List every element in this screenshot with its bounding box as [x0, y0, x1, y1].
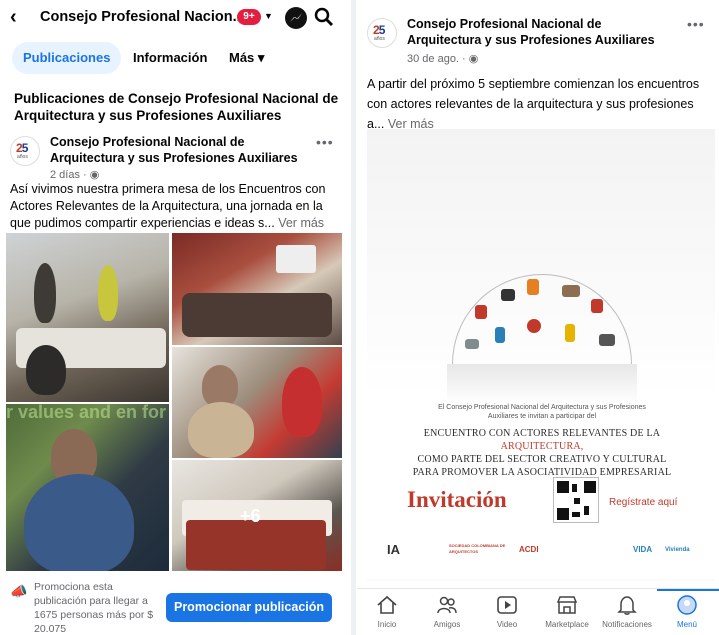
- post-photo[interactable]: [6, 233, 169, 402]
- post-text: Así vivimos nuestra primera mesa de los …: [10, 182, 326, 230]
- qr-code[interactable]: [553, 477, 599, 523]
- see-more-link[interactable]: Ver más: [278, 216, 324, 230]
- caret-down-icon[interactable]: ▼: [264, 11, 273, 21]
- tab-publicaciones[interactable]: Publicaciones: [12, 42, 122, 74]
- search-icon[interactable]: [314, 7, 334, 32]
- video-icon: [497, 596, 517, 614]
- chevron-left-icon[interactable]: ‹: [10, 6, 17, 29]
- home-icon: [377, 595, 397, 614]
- tab-mas[interactable]: Más ▾: [229, 42, 264, 74]
- marketplace-icon: [556, 596, 578, 614]
- register-link[interactable]: Regístrate aquí: [609, 497, 677, 508]
- globe-icon: ◉: [468, 53, 479, 65]
- logo: ACDI: [519, 545, 539, 554]
- nav-marketplace[interactable]: Marketplace: [537, 589, 597, 635]
- globe-icon: ◉: [89, 169, 100, 181]
- post-header: 25 años Consejo Profesional Nacional de A…: [357, 16, 719, 66]
- screen-divider: [351, 0, 356, 635]
- sponsor-logos: IA SOCIEDAD COLOMBIANA DE ARQUITECTOS AC…: [387, 539, 707, 561]
- post-photo[interactable]: [172, 233, 342, 345]
- invitation-image[interactable]: El Consejo Profesional Nacional del Arqu…: [367, 129, 715, 581]
- nav-menu[interactable]: Menú: [657, 589, 717, 635]
- messenger-icon[interactable]: [285, 7, 307, 29]
- post-header: 25 años Consejo Profesional Nacional de A…: [10, 134, 345, 181]
- promote-bar: 📣 Promociona esta publicación para llega…: [0, 573, 350, 635]
- promote-text: Promociona esta publicación para llegar …: [34, 581, 154, 635]
- page-tabs: Publicaciones Información Más ▾: [0, 42, 350, 74]
- post-text: A partir del próximo 5 septiembre comien…: [367, 77, 700, 131]
- nav-notificaciones[interactable]: Notificaciones: [597, 589, 657, 635]
- menu-avatar-icon: [677, 595, 697, 615]
- left-screen: ‹ Consejo Profesional Nacion... 9+ ▼ Pub…: [0, 0, 350, 635]
- logo: IA: [387, 542, 400, 557]
- post-photo[interactable]: [172, 347, 342, 458]
- bell-icon: [617, 596, 637, 615]
- logo: SOCIEDAD COLOMBIANA DE ARQUITECTOS: [449, 543, 506, 554]
- megaphone-icon: 📣: [10, 583, 28, 599]
- nav-inicio[interactable]: Inicio: [357, 589, 417, 635]
- bottom-navigation: Inicio Amigos Video Marketplace Notifica…: [357, 588, 719, 635]
- logo: VIDA: [633, 545, 653, 554]
- invitation-title: ENCUENTRO CON ACTORES RELEVANTES DE LA A…: [412, 428, 672, 478]
- page-title: Consejo Profesional Nacion...: [40, 9, 240, 25]
- more-options-icon[interactable]: •••: [687, 16, 705, 32]
- post-photo[interactable]: [6, 404, 169, 571]
- friends-icon: [437, 596, 457, 614]
- nav-amigos[interactable]: Amigos: [417, 589, 477, 635]
- promote-post-button[interactable]: Promocionar publicación: [166, 593, 332, 622]
- post-time: 30 de ago. · ◉: [407, 53, 479, 65]
- invitation-heading: Invitación: [407, 487, 507, 512]
- post-author[interactable]: Consejo Profesional Nacional de Arquitec…: [407, 16, 677, 48]
- nav-video[interactable]: Video: [477, 589, 537, 635]
- avatar[interactable]: 25 años: [10, 136, 40, 166]
- more-photos-count[interactable]: +6: [240, 506, 261, 527]
- section-title: Publicaciones de Consejo Profesional Nac…: [14, 91, 339, 123]
- tab-informacion[interactable]: Información: [133, 42, 207, 74]
- invitation-small-text: El Consejo Profesional Nacional del Arqu…: [438, 404, 646, 420]
- avatar[interactable]: 25 años: [367, 18, 397, 48]
- right-screen: 25 años Consejo Profesional Nacional de A…: [357, 0, 719, 635]
- logo: Vivienda: [665, 547, 690, 553]
- post-author[interactable]: Consejo Profesional Nacional de Arquitec…: [50, 134, 305, 166]
- notification-badge[interactable]: 9+: [237, 9, 261, 25]
- page-header: ‹ Consejo Profesional Nacion... 9+ ▼: [0, 0, 350, 36]
- more-options-icon[interactable]: •••: [316, 134, 334, 150]
- post-time: 2 días · ◉: [50, 169, 100, 181]
